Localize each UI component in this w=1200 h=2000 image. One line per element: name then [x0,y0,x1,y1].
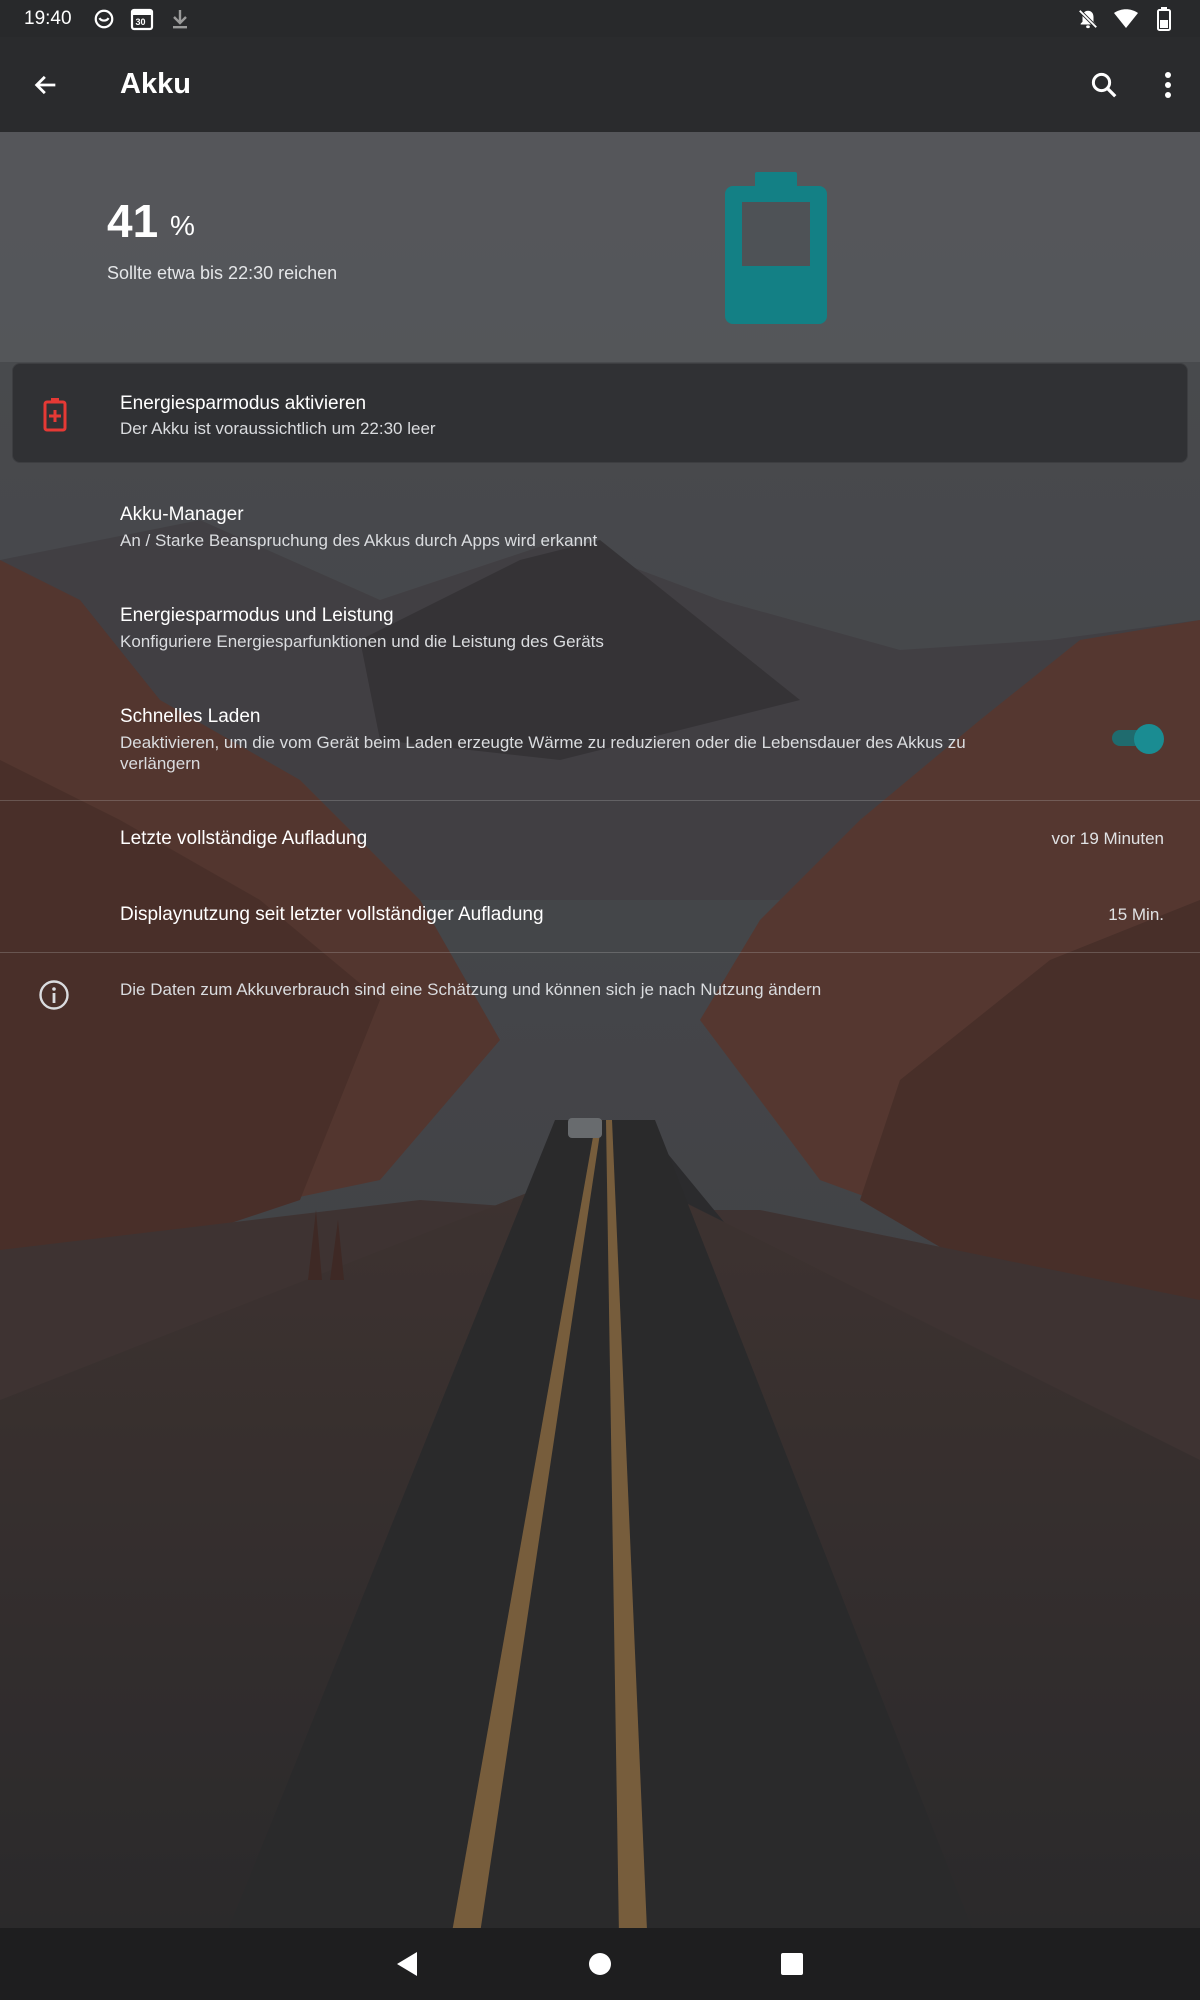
status-time: 19:40 [24,7,72,29]
calendar-day: 30 [135,16,146,27]
battery-plus-icon [43,398,73,432]
search-icon[interactable] [1080,61,1128,109]
battery-estimate: Sollte etwa bis 22:30 reichen [107,263,338,283]
fast-charging-toggle[interactable] [1112,724,1164,754]
last-full-charge-title: Letzte vollständige Aufladung [120,828,368,849]
screen-usage-row: Displaynutzung seit letzter vollständige… [0,884,1200,948]
info-icon [38,979,70,1011]
nav-home-icon[interactable] [576,1940,624,1988]
page-title: Akku [120,68,191,100]
battery-manager-row[interactable]: Akku-Manager An / Starke Beanspruchung d… [0,490,1200,572]
divider [0,952,1200,953]
battery-icon [1152,6,1176,31]
fast-charging-subtitle: Deaktivieren, um die vom Gerät beim Lade… [120,733,966,773]
last-full-charge-value: vor 19 Minuten [1051,829,1164,848]
toggle-thumb [1134,724,1164,754]
nav-back-icon[interactable] [383,1940,431,1988]
divider [0,800,1200,801]
power-saving-subtitle: Konfiguriere Energiesparfunktionen und d… [120,632,604,651]
battery-percent: 41 [107,195,159,247]
battery-saver-card[interactable]: Energiesparmodus aktivieren Der Akku ist… [12,363,1188,463]
status-right-icons [1062,6,1176,31]
fast-charging-title: Schnelles Laden [120,706,261,727]
wifi-icon [1114,7,1138,31]
nav-recents-icon[interactable] [768,1940,816,1988]
battery-saver-subtitle: Der Akku ist voraussichtlich um 22:30 le… [120,419,436,438]
screen-usage-title: Displaynutzung seit letzter vollständige… [120,904,544,925]
power-saving-title: Energiesparmodus und Leistung [120,605,394,626]
power-saving-row[interactable]: Energiesparmodus und Leistung Konfigurie… [0,592,1200,674]
battery-percent-unit: % [170,210,195,241]
battery-header: 41 % Sollte etwa bis 22:30 reichen [0,132,1200,362]
last-full-charge-row: Letzte vollständige Aufladung vor 19 Min… [0,808,1200,872]
navigation-bar [0,1928,1200,2000]
battery-level-icon [725,172,827,324]
battery-saver-title: Energiesparmodus aktivieren [120,393,367,414]
battery-manager-title: Akku-Manager [120,504,244,525]
download-icon [168,7,192,31]
fast-charging-row[interactable]: Schnelles Laden Deaktivieren, um die vom… [0,693,1200,797]
battery-manager-subtitle: An / Starke Beanspruchung des Akkus durc… [120,531,598,550]
moon-crescent-icon [92,7,116,31]
info-text: Die Daten zum Akkuverbrauch sind eine Sc… [120,980,822,999]
screen-usage-value: 15 Min. [1108,905,1164,924]
back-arrow-icon[interactable] [22,61,70,109]
more-vert-icon[interactable] [1144,61,1192,109]
calendar-icon: 30 [130,7,154,31]
notifications-off-icon [1076,7,1100,31]
app-bar: Akku [0,37,1200,132]
status-bar: 19:40 30 [0,0,1200,37]
